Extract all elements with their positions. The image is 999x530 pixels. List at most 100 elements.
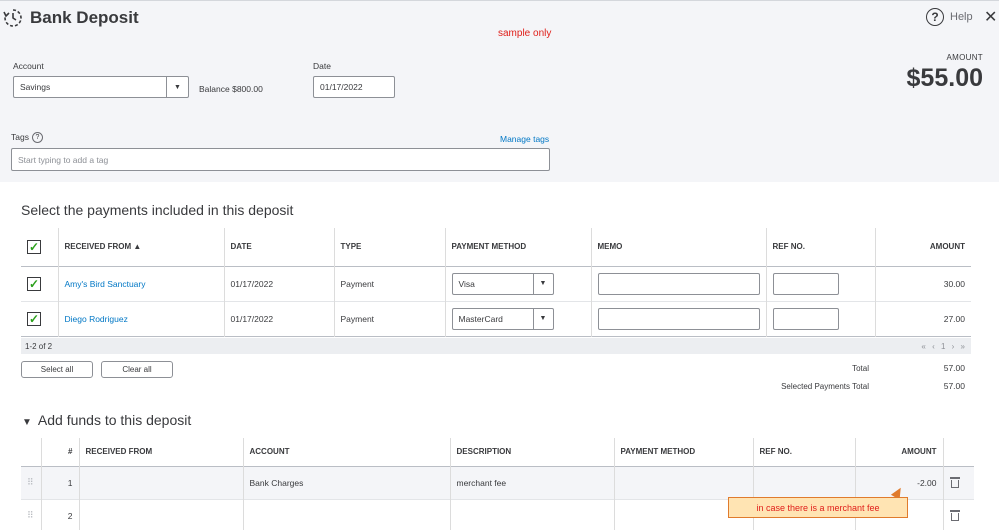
account-value: Savings (20, 82, 51, 92)
received-from-link[interactable]: Diego Rodriguez (58, 301, 225, 336)
date-cell: 01/17/2022 (224, 266, 335, 301)
date-cell: 01/17/2022 (224, 301, 335, 336)
total-value: 57.00 (943, 363, 965, 373)
selected-total-value: 57.00 (943, 381, 965, 391)
col-description: DESCRIPTION (450, 438, 615, 466)
col-type[interactable]: TYPE (334, 228, 446, 266)
pager-controls[interactable]: « ‹ 1 › » (921, 342, 967, 351)
tags-help-icon[interactable]: ? (31, 132, 43, 144)
account-cell[interactable] (243, 499, 451, 530)
tags-label-text: Tags (11, 132, 29, 142)
help-label: Help (950, 11, 973, 23)
payment-method-value: Visa (458, 278, 475, 289)
payment-method-cell[interactable] (614, 466, 754, 499)
payment-method-select[interactable]: MasterCard ▼ (451, 307, 554, 330)
ref-no-input[interactable] (772, 307, 839, 330)
account-cell[interactable]: Bank Charges (243, 466, 451, 499)
memo-cell (591, 266, 767, 301)
table-row[interactable]: ⠿ 1 Bank Charges merchant fee -2.00 (21, 466, 974, 499)
help-icon: ? (926, 8, 944, 26)
balance-label: Balance (199, 84, 230, 94)
description-cell[interactable]: merchant fee (450, 466, 615, 499)
col-amount[interactable]: AMOUNT (875, 228, 971, 266)
row-number: 1 (41, 466, 80, 499)
page-title: Bank Deposit (30, 8, 139, 27)
row-checkbox[interactable]: ✓ (27, 311, 41, 326)
ref-no-input[interactable] (772, 272, 839, 295)
row-checkbox[interactable]: ✓ (27, 276, 41, 291)
col-payment-method: PAYMENT METHOD (614, 438, 754, 466)
recent-transactions-icon[interactable] (3, 8, 23, 28)
drag-col (21, 438, 42, 466)
header-panel: Bank Deposit sample only ? Help ✕ AMOUNT… (0, 0, 999, 182)
payments-table: ✓ RECEIVED FROM ▲ DATE TYPE PAYMENT METH… (21, 228, 971, 337)
ref-no-cell (766, 266, 876, 301)
tags-input[interactable]: Start typing to add a tag (11, 148, 550, 171)
received-from-cell[interactable] (79, 499, 244, 530)
select-all-button[interactable]: Select all (21, 361, 93, 378)
amount-label: AMOUNT (946, 53, 983, 62)
row-number: 2 (41, 499, 80, 530)
amount-cell: 30.00 (943, 278, 965, 289)
funds-title-text: Add funds to this deposit (37, 412, 192, 428)
collapse-triangle-icon: ▼ (22, 417, 32, 428)
trash-icon[interactable] (949, 509, 960, 521)
drag-handle-icon[interactable]: ⠿ (21, 466, 42, 499)
row-checkbox-cell: ✓ (21, 266, 59, 301)
close-icon[interactable]: ✕ (984, 7, 997, 27)
page-range: 1-2 of 2 (25, 341, 53, 351)
select-all-checkbox-cell: ✓ (21, 228, 59, 266)
row-checkbox-cell: ✓ (21, 301, 59, 336)
memo-input[interactable] (597, 272, 760, 295)
trash-col (943, 438, 974, 466)
account-balance: Balance $800.00 (199, 84, 263, 94)
payment-method-cell: MasterCard ▼ (445, 301, 592, 336)
balance-value: $800.00 (232, 84, 263, 94)
trash-cell (943, 466, 974, 499)
date-input[interactable]: 01/17/2022 (313, 76, 395, 98)
funds-section-title[interactable]: ▼ Add funds to this deposit (22, 412, 191, 428)
col-memo[interactable]: MEMO (591, 228, 767, 266)
ref-no-cell (766, 301, 876, 336)
type-cell: Payment (334, 266, 446, 301)
chevron-down-icon: ▼ (532, 273, 553, 294)
drag-handle-icon[interactable]: ⠿ (21, 499, 42, 530)
amount-total: $55.00 (906, 64, 983, 92)
pagination-bar: 1-2 of 2 « ‹ 1 › » (21, 338, 971, 354)
date-label: Date (313, 61, 331, 71)
col-number: # (41, 438, 80, 466)
payments-section-title: Select the payments included in this dep… (21, 202, 294, 218)
col-date[interactable]: DATE (224, 228, 335, 266)
col-received-from[interactable]: RECEIVED FROM ▲ (58, 228, 225, 266)
memo-input[interactable] (597, 307, 760, 330)
select-all-checkbox[interactable]: ✓ (27, 239, 41, 254)
trash-icon[interactable] (949, 476, 960, 488)
col-ref-no[interactable]: REF NO. (766, 228, 876, 266)
payment-method-value: MasterCard (458, 313, 503, 324)
manage-tags-link[interactable]: Manage tags (500, 134, 549, 144)
amount-cell: 27.00 (943, 313, 965, 324)
help-button[interactable]: ? Help (926, 8, 973, 26)
selected-total-label: Selected Payments Total (781, 382, 869, 391)
col-account: ACCOUNT (243, 438, 451, 466)
table-row: ✓ Amy's Bird Sanctuary 01/17/2022 Paymen… (21, 266, 971, 301)
memo-cell (591, 301, 767, 336)
col-ref-no: REF NO. (753, 438, 856, 466)
received-from-cell[interactable] (79, 466, 244, 499)
payment-method-select[interactable]: Visa ▼ (451, 272, 554, 295)
chevron-down-icon: ▼ (532, 308, 553, 329)
merchant-fee-callout: in case there is a merchant fee (728, 497, 908, 518)
sample-note: sample only (498, 28, 552, 39)
tags-label: Tags? (11, 132, 43, 144)
col-payment-method[interactable]: PAYMENT METHOD (445, 228, 592, 266)
funds-header-row: # RECEIVED FROM ACCOUNT DESCRIPTION PAYM… (21, 438, 974, 466)
total-label: Total (852, 364, 869, 373)
ref-no-cell[interactable] (753, 466, 856, 499)
received-from-link[interactable]: Amy's Bird Sanctuary (58, 266, 225, 301)
col-received-from: RECEIVED FROM (79, 438, 244, 466)
payment-method-cell: Visa ▼ (445, 266, 592, 301)
clear-all-button[interactable]: Clear all (101, 361, 173, 378)
account-select[interactable]: Savings ▼ (13, 76, 189, 98)
description-cell[interactable] (450, 499, 615, 530)
chevron-down-icon: ▼ (166, 77, 188, 97)
